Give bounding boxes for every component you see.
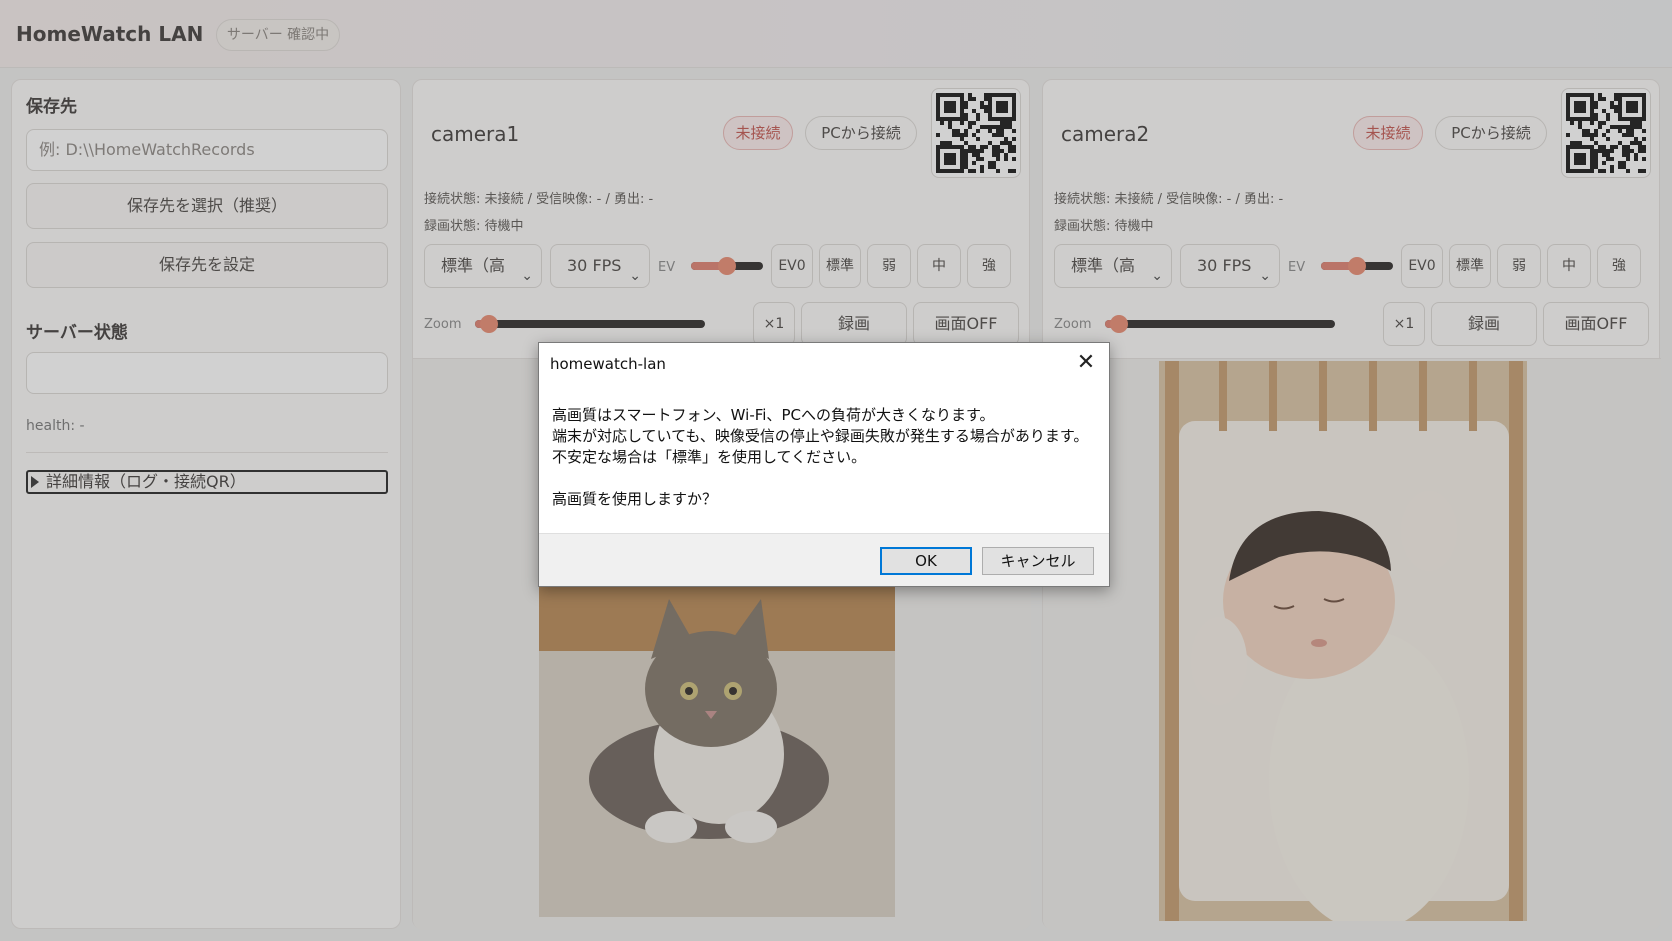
cancel-button[interactable]: キャンセル: [982, 547, 1094, 575]
confirm-dialog: homewatch-lan ✕ 高画質はスマートフォン、Wi-Fi、PCへの負荷…: [538, 342, 1110, 587]
dialog-footer: OK キャンセル: [539, 533, 1109, 586]
dialog-message: 高画質はスマートフォン、Wi-Fi、PCへの負荷が大きくなります。 端末が対応し…: [552, 405, 1088, 510]
dialog-line-1: 高画質はスマートフォン、Wi-Fi、PCへの負荷が大きくなります。: [552, 406, 995, 424]
dialog-line-2: 端末が対応していても、映像受信の停止や録画失敗が発生する場合があります。: [552, 427, 1089, 445]
dialog-line-5: 高画質を使用しますか？: [552, 490, 718, 508]
dialog-line-4: [552, 468, 1088, 489]
dialog-title: homewatch-lan: [550, 355, 666, 373]
close-icon[interactable]: ✕: [1072, 349, 1100, 377]
ok-button[interactable]: OK: [880, 547, 972, 575]
dialog-line-3: 不安定な場合は「標準」を使用してください。: [552, 448, 867, 466]
